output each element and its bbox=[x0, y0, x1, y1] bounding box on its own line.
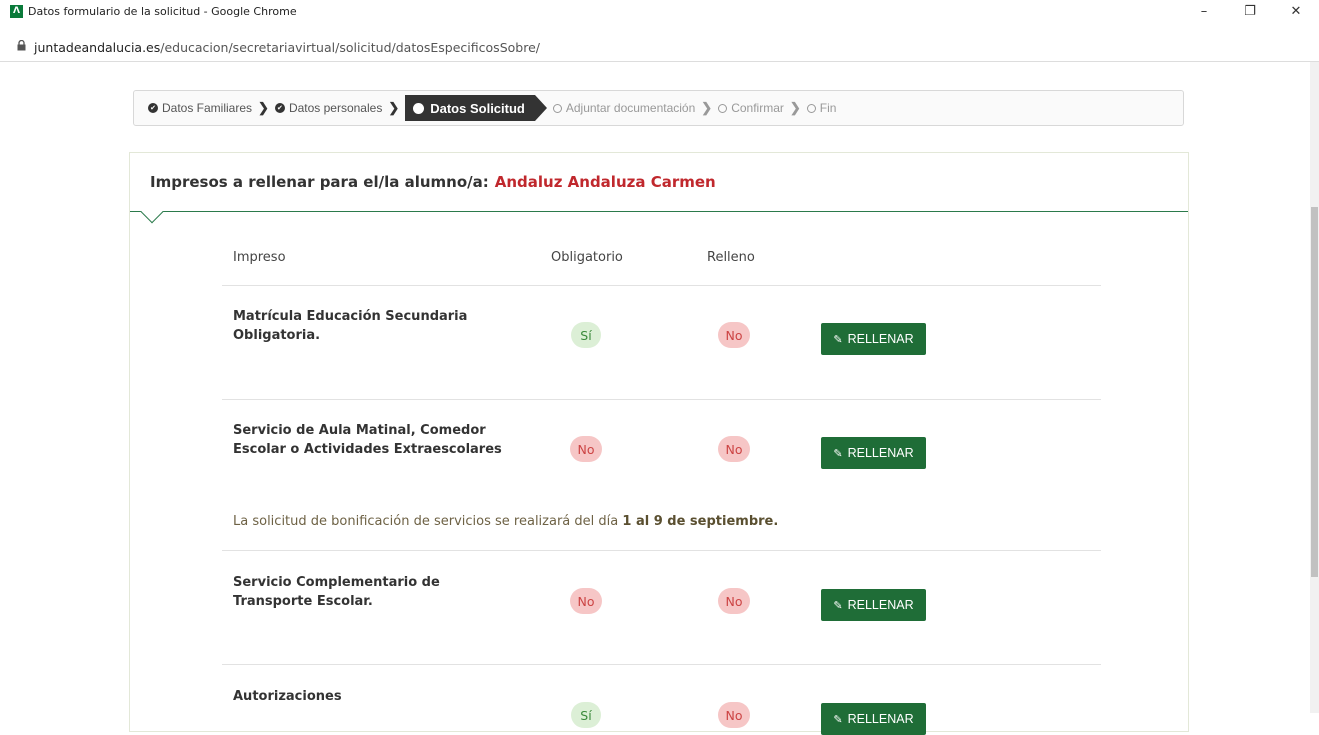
step-label: Adjuntar documentación bbox=[565, 101, 696, 115]
column-header-impreso: Impreso bbox=[233, 250, 286, 265]
button-label: RELLENAR bbox=[847, 332, 914, 346]
check-icon: ✔ bbox=[274, 103, 285, 113]
chevron-right-icon: ❯ bbox=[258, 100, 269, 115]
form-name-line: Escolar o Actividades Extraescolares bbox=[233, 442, 502, 457]
window-title: Datos formulario de la solicitud - Googl… bbox=[28, 4, 297, 18]
student-name: Andaluz Andaluza Carmen bbox=[494, 173, 716, 191]
check-icon: ✔ bbox=[148, 103, 158, 113]
step-confirmar: Confirmar bbox=[718, 101, 784, 115]
obligatorio-badge: No bbox=[570, 588, 602, 614]
column-header-relleno: Relleno bbox=[707, 250, 755, 265]
window-controls: – ❐ ✕ bbox=[1181, 0, 1319, 22]
relleno-badge: No bbox=[718, 702, 750, 728]
notice-dates: 1 al 9 de septiembre. bbox=[622, 514, 779, 529]
bonificacion-notice: La solicitud de bonificación de servicio… bbox=[233, 514, 778, 529]
button-label: RELLENAR bbox=[847, 446, 914, 460]
step-label: Fin bbox=[819, 101, 837, 115]
relleno-badge: No bbox=[718, 436, 750, 462]
form-name-line: Servicio de Aula Matinal, Comedor bbox=[233, 423, 486, 438]
form-name-line: Obligatoria. bbox=[233, 328, 321, 343]
circle-filled-icon bbox=[413, 102, 425, 114]
obligatorio-badge: Sí bbox=[571, 702, 601, 728]
card-header: Impresos a rellenar para el/la alumno/a:… bbox=[130, 153, 1188, 224]
row-divider bbox=[222, 285, 1101, 286]
relleno-badge: No bbox=[718, 588, 750, 614]
column-header-obligatorio: Obligatorio bbox=[551, 250, 623, 265]
form-name-aula-matinal: Servicio de Aula Matinal, Comedor Escolar… bbox=[233, 421, 503, 459]
step-datos-personales[interactable]: ✔ Datos personales bbox=[274, 101, 383, 115]
chevron-right-icon: ❯ bbox=[388, 100, 400, 115]
circle-outline-icon bbox=[552, 103, 562, 113]
url-host: juntadeandalucia.es bbox=[34, 40, 161, 55]
row-divider bbox=[222, 399, 1101, 400]
step-datos-solicitud: Datos Solicitud bbox=[405, 95, 547, 121]
step-datos-familiares[interactable]: ✔ Datos Familiares bbox=[148, 101, 252, 115]
restore-button[interactable]: ❐ bbox=[1227, 0, 1273, 22]
step-label: Datos Solicitud bbox=[430, 100, 525, 116]
card-heading: Impresos a rellenar para el/la alumno/a: bbox=[150, 173, 489, 191]
scrollbar-thumb[interactable] bbox=[1311, 207, 1318, 577]
form-name-matricula: Matrícula Educación Secundaria Obligatori… bbox=[233, 307, 503, 345]
breadcrumb: ✔ Datos Familiares ❯ ✔ Datos personales ❯ … bbox=[133, 90, 1184, 126]
form-name-line: Autorizaciones bbox=[233, 689, 342, 704]
circle-outline-icon bbox=[718, 103, 728, 113]
form-name-line: Matrícula Educación Secundaria bbox=[233, 309, 468, 324]
minimize-button[interactable]: – bbox=[1181, 0, 1227, 22]
step-label: Datos personales bbox=[288, 101, 383, 115]
lock-icon bbox=[14, 40, 28, 51]
relleno-badge: No bbox=[718, 322, 750, 348]
url-text[interactable]: juntadeandalucia.es/educacion/secretaria… bbox=[34, 40, 540, 55]
rellenar-button-matricula[interactable]: ✎ RELLENAR bbox=[821, 323, 926, 355]
junta-app-icon: Λ bbox=[10, 4, 23, 18]
rellenar-button-autorizaciones[interactable]: ✎ RELLENAR bbox=[821, 703, 926, 735]
row-divider bbox=[222, 664, 1101, 665]
address-bar[interactable]: juntadeandalucia.es/educacion/secretaria… bbox=[0, 22, 1319, 62]
pencil-icon: ✎ bbox=[833, 333, 843, 346]
chevron-right-icon: ❯ bbox=[789, 100, 801, 115]
pencil-icon: ✎ bbox=[833, 447, 843, 460]
rellenar-button-transporte[interactable]: ✎ RELLENAR bbox=[821, 589, 926, 621]
form-name-transporte: Servicio Complementario de Transporte Esc… bbox=[233, 573, 503, 611]
obligatorio-badge: No bbox=[570, 436, 602, 462]
step-adjuntar-documentacion: Adjuntar documentación bbox=[552, 101, 696, 115]
button-label: RELLENAR bbox=[847, 712, 914, 726]
header-notch bbox=[140, 200, 164, 224]
form-name-line: Servicio Complementario de bbox=[233, 575, 440, 590]
rellenar-button-aula-matinal[interactable]: ✎ RELLENAR bbox=[821, 437, 926, 469]
button-label: RELLENAR bbox=[847, 598, 914, 612]
window-titlebar: Λ Datos formulario de la solicitud - Goo… bbox=[0, 0, 1319, 22]
row-divider bbox=[222, 550, 1101, 551]
close-button[interactable]: ✕ bbox=[1273, 0, 1319, 22]
form-name-autorizaciones: Autorizaciones bbox=[233, 687, 503, 706]
form-name-line: Transporte Escolar. bbox=[233, 594, 373, 609]
step-fin: Fin bbox=[806, 101, 837, 115]
pencil-icon: ✎ bbox=[833, 713, 843, 726]
step-label: Datos Familiares bbox=[162, 101, 253, 115]
step-label: Confirmar bbox=[731, 101, 784, 115]
notice-text: La solicitud de bonificación de servicio… bbox=[233, 514, 619, 529]
circle-outline-icon bbox=[806, 103, 816, 113]
obligatorio-badge: Sí bbox=[571, 322, 601, 348]
url-path: /educacion/secretariavirtual/solicitud/d… bbox=[160, 40, 540, 55]
page-scrollbar[interactable] bbox=[1310, 62, 1319, 713]
pencil-icon: ✎ bbox=[833, 599, 843, 612]
chevron-right-icon: ❯ bbox=[701, 100, 713, 115]
